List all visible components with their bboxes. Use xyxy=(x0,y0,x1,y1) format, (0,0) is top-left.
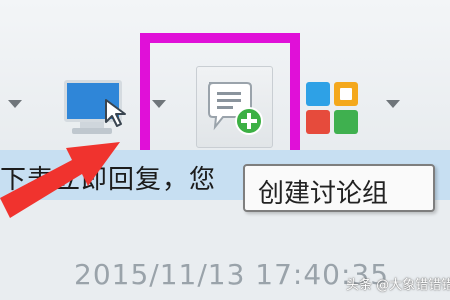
app-tile xyxy=(334,82,358,106)
app-tile xyxy=(334,110,358,134)
dropdown-arrow-icon[interactable] xyxy=(8,100,22,108)
tooltip-text: 创建讨论组 xyxy=(258,179,389,209)
tooltip: 创建讨论组 xyxy=(243,164,435,212)
monitor-base xyxy=(72,128,112,134)
cursor-icon xyxy=(105,99,126,127)
apps-button[interactable] xyxy=(306,82,362,134)
remote-desktop-button[interactable] xyxy=(62,80,134,140)
chat-plus-icon xyxy=(208,82,263,135)
message-text: 下表立即回复，您 xyxy=(0,165,217,195)
watermark: 头条 @大象错错错 xyxy=(346,278,450,293)
app-tile xyxy=(306,82,330,106)
create-discussion-group-button[interactable] xyxy=(196,66,273,148)
toolbar xyxy=(0,0,450,150)
app-tile xyxy=(306,110,330,134)
dropdown-arrow-icon[interactable] xyxy=(152,100,166,108)
message-timestamp: 2015/11/13 17:40:35 xyxy=(74,258,390,291)
dropdown-arrow-icon[interactable] xyxy=(386,100,400,108)
